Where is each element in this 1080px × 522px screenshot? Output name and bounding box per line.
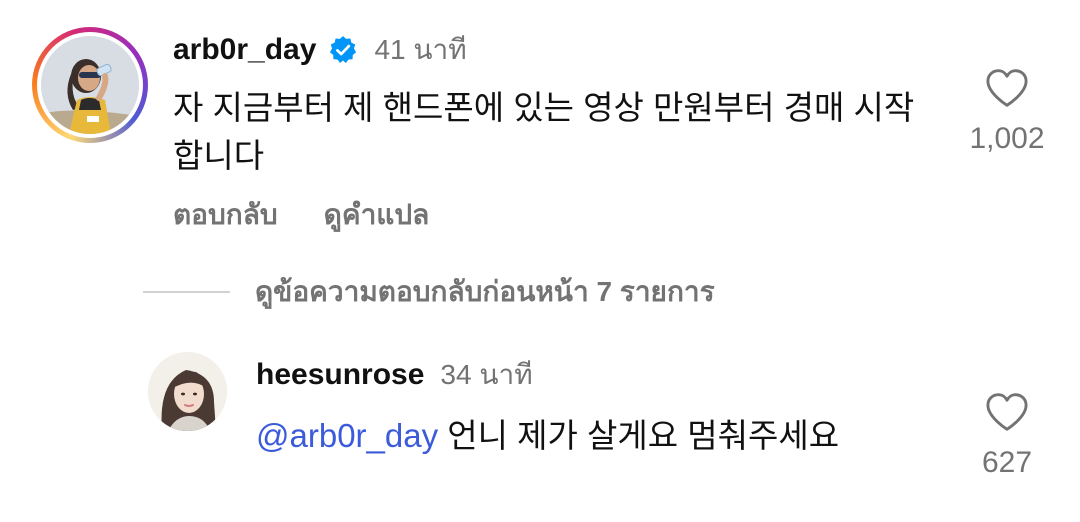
- like-count[interactable]: 627: [982, 446, 1032, 480]
- comment-actions: ตอบกลับ ดูคำแปล: [173, 193, 429, 237]
- comment-time: 34 นาที: [440, 359, 533, 390]
- view-previous-replies[interactable]: ดูข้อความตอบกลับก่อนหน้า 7 รายการ: [143, 272, 715, 312]
- avatar-illustration: [148, 352, 227, 431]
- comment-header: arb0r_day 41 นาที: [173, 28, 467, 72]
- actions-spacer: [278, 193, 324, 237]
- comment-text-body: 언니 제가 살게요 멈춰주세요: [438, 417, 840, 454]
- verified-badge-icon: [330, 36, 357, 64]
- like-group: 1,002: [942, 68, 1072, 156]
- heart-outline-icon[interactable]: [985, 68, 1029, 108]
- username[interactable]: heesunrose: [256, 358, 424, 392]
- comment-text: @arb0r_day 언니 제가 살게요 멈춰주세요: [256, 412, 936, 460]
- reply-button[interactable]: ตอบกลับ: [173, 193, 278, 237]
- mention-link[interactable]: @arb0r_day: [256, 417, 438, 454]
- replies-divider-line: [143, 291, 230, 293]
- story-ring[interactable]: [32, 27, 148, 143]
- heart-outline-icon[interactable]: [985, 392, 1029, 432]
- avatar-arb0r-day[interactable]: [41, 36, 139, 134]
- like-count[interactable]: 1,002: [969, 122, 1044, 156]
- like-group: 627: [942, 392, 1072, 480]
- comment-text: 자 지금부터 제 핸드폰에 있는 영상 만원부터 경매 시작합니다: [173, 89, 915, 174]
- avatar-illustration: [41, 36, 139, 134]
- see-translation-button[interactable]: ดูคำแปล: [324, 193, 430, 237]
- comment-header: heesunrose 34 นาที: [256, 354, 533, 396]
- avatar-heesunrose[interactable]: [148, 352, 227, 431]
- story-ring-gap: [37, 32, 143, 138]
- view-previous-replies-label: ดูข้อความตอบกลับก่อนหน้า 7 รายการ: [255, 276, 715, 307]
- username[interactable]: arb0r_day: [173, 33, 316, 67]
- comment-time: 41 นาที: [374, 34, 467, 65]
